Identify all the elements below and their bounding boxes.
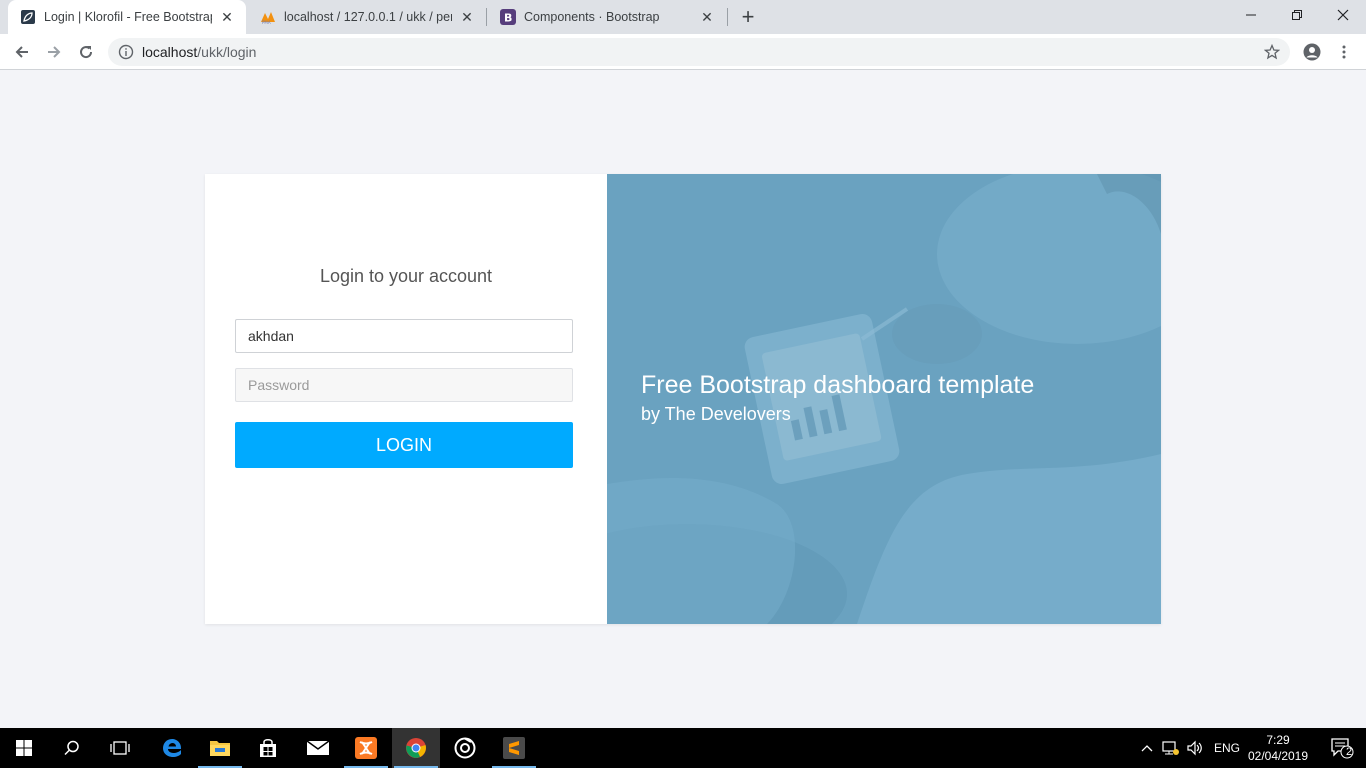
login-button[interactable]: LOGIN [235, 422, 573, 468]
hero-text: Free Bootstrap dashboard template by The… [641, 370, 1034, 426]
mail-button[interactable] [294, 728, 342, 768]
tab-separator [486, 8, 487, 26]
forward-arrow-icon [48, 46, 61, 58]
media-app-button[interactable] [441, 728, 489, 768]
tab-title: Login | Klorofil - Free Bootstrap D [44, 10, 212, 24]
task-view-icon [110, 741, 130, 755]
chevron-up-icon[interactable] [1138, 744, 1156, 752]
task-view-button[interactable] [96, 728, 144, 768]
close-icon[interactable]: ✕ [458, 8, 476, 26]
reload-icon [80, 46, 93, 59]
menu-button[interactable] [1332, 40, 1356, 64]
address-bar[interactable]: localhost/ukk/login [108, 38, 1290, 66]
system-tray: ENG [1138, 728, 1240, 768]
volume-icon[interactable] [1184, 740, 1206, 756]
close-icon[interactable]: ✕ [218, 8, 236, 26]
hero-panel: Free Bootstrap dashboard template by The… [607, 174, 1161, 624]
xampp-icon [355, 737, 377, 759]
tab-title: Components · Bootstrap [524, 10, 660, 24]
back-arrow-icon [15, 46, 28, 58]
edge-browser-button[interactable] [148, 728, 196, 768]
shopping-bag-icon [260, 739, 276, 757]
kebab-menu-icon [1342, 45, 1346, 59]
svg-text:PMA: PMA [262, 20, 271, 25]
clock-time: 7:29 [1266, 733, 1290, 747]
browser-tab-strip: Login | Klorofil - Free Bootstrap D ✕ PM… [0, 0, 1366, 34]
mail-icon [306, 740, 330, 755]
windows-logo-icon [16, 740, 32, 756]
info-icon[interactable] [118, 44, 134, 60]
svg-text:B: B [504, 12, 512, 25]
tab-login-klorofil[interactable]: Login | Klorofil - Free Bootstrap D ✕ [8, 0, 246, 34]
bootstrap-icon: B [500, 9, 516, 25]
password-input[interactable] [235, 368, 573, 402]
url-text: localhost/ukk/login [142, 44, 256, 60]
chrome-icon [406, 738, 426, 758]
url-path: /ukk/login [197, 44, 257, 60]
phpmyadmin-icon: PMA [260, 9, 276, 25]
restore-button[interactable] [1274, 0, 1320, 30]
search-icon [64, 740, 79, 756]
bookmark-star-button[interactable] [1260, 40, 1284, 64]
edge-icon [163, 739, 182, 757]
forward-button[interactable] [42, 40, 66, 64]
search-button[interactable] [48, 728, 96, 768]
url-host: localhost [142, 44, 198, 60]
login-card: Login to your account LOGIN Free B [205, 174, 1161, 624]
username-input[interactable] [235, 319, 573, 353]
language-indicator[interactable]: ENG [1214, 741, 1240, 755]
login-heading: Login to your account [319, 266, 493, 286]
close-window-button[interactable] [1320, 0, 1366, 30]
profile-button[interactable] [1300, 40, 1324, 64]
clock[interactable]: 7:29 02/04/2019 [1240, 732, 1316, 764]
browser-toolbar: localhost/ukk/login [0, 34, 1366, 70]
hero-title: Free Bootstrap dashboard template [641, 371, 1035, 399]
sublime-text-icon [503, 737, 525, 759]
tab-separator [727, 8, 728, 26]
minimize-button[interactable] [1228, 0, 1274, 30]
account-circle-icon [1303, 43, 1321, 61]
folder-icon [210, 741, 230, 756]
start-button[interactable] [0, 728, 48, 768]
xampp-button[interactable] [342, 728, 390, 768]
tab-phpmyadmin[interactable]: PMA localhost / 127.0.0.1 / ukk / peng ✕ [248, 0, 486, 34]
reload-button[interactable] [74, 40, 98, 64]
tab-bootstrap-components[interactable]: B Components · Bootstrap ✕ [488, 0, 726, 34]
tab-title: localhost / 127.0.0.1 / ukk / peng [284, 10, 452, 24]
notification-badge: 2 [1346, 746, 1353, 758]
clock-date: 02/04/2019 [1247, 749, 1309, 763]
login-panel: Login to your account LOGIN [205, 174, 607, 624]
hero-subtitle: by The Develovers [641, 404, 791, 424]
action-center-button[interactable]: 2 [1318, 728, 1366, 768]
sublime-text-button[interactable] [490, 728, 538, 768]
back-button[interactable] [10, 40, 34, 64]
klorofil-leaf-icon [20, 9, 36, 25]
close-icon[interactable]: ✕ [698, 8, 716, 26]
chrome-button[interactable] [392, 728, 440, 768]
network-icon[interactable] [1160, 740, 1182, 756]
star-icon [1264, 44, 1280, 60]
windows-taskbar: ENG 7:29 02/04/2019 2 [0, 728, 1366, 768]
file-explorer-button[interactable] [196, 728, 244, 768]
store-button[interactable] [244, 728, 292, 768]
circle-target-icon [454, 737, 476, 759]
new-tab-button[interactable]: + [736, 4, 760, 29]
